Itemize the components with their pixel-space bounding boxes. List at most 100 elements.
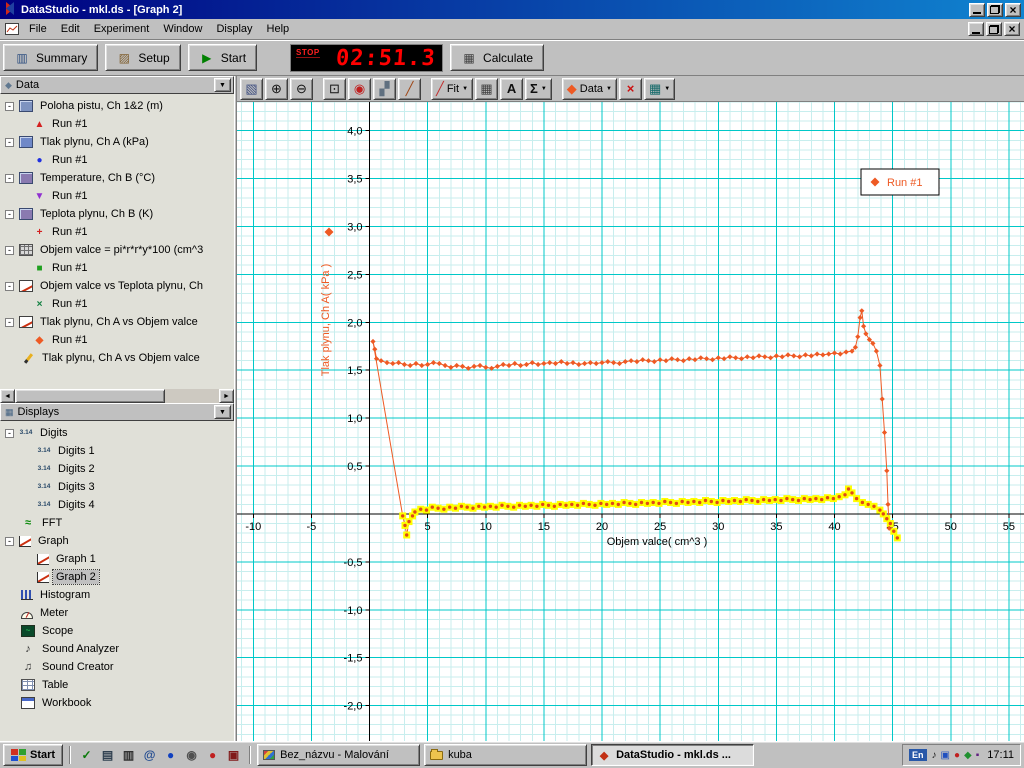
tangent-tool-button[interactable]: ╱: [398, 78, 421, 100]
run-item[interactable]: ◆Run #1: [0, 331, 234, 349]
network-icon[interactable]: ▪: [976, 750, 980, 761]
run-item[interactable]: ×Run #1: [0, 295, 234, 313]
display-item-fft[interactable]: ≈FFT: [0, 514, 234, 532]
display-item-sound-creator[interactable]: ♫Sound Creator: [0, 658, 234, 676]
expand-box[interactable]: -: [5, 246, 14, 255]
zoom-in-button[interactable]: ⊕: [265, 78, 288, 100]
data-item-objem-valce-pi-r-r-y-100-cm-3[interactable]: -Objem valce = pi*r*r*y*100 (cm^3: [0, 241, 234, 259]
run-item[interactable]: ▼Run #1: [0, 187, 234, 205]
close-button[interactable]: ×: [1005, 3, 1021, 17]
expand-box[interactable]: -: [5, 102, 14, 111]
child-minimize-button[interactable]: [968, 22, 984, 36]
display-item-digits-3[interactable]: 3.14Digits 3: [0, 478, 234, 496]
menu-display[interactable]: Display: [209, 20, 259, 38]
browser-icon[interactable]: ●: [161, 745, 180, 765]
taskbar-task-bez-n-zvu-malov-n[interactable]: Bez_názvu - Malování: [257, 744, 420, 766]
display-item-digits-4[interactable]: 3.14Digits 4: [0, 496, 234, 514]
scroll-right-button[interactable]: ►: [219, 389, 234, 403]
notepad-icon[interactable]: ▤: [98, 745, 117, 765]
display-item-scope[interactable]: ~Scope: [0, 622, 234, 640]
text-tool-button[interactable]: A: [500, 78, 523, 100]
minimize-button[interactable]: [969, 3, 985, 17]
antivirus-icon[interactable]: ●: [954, 750, 960, 761]
expand-box[interactable]: -: [5, 429, 14, 438]
data-item-poloha-pistu-ch-1-2-m[interactable]: -Poloha pistu, Ch 1&2 (m): [0, 97, 234, 115]
legend[interactable]: Run #1: [861, 169, 939, 195]
display-item-histogram[interactable]: Histogram: [0, 586, 234, 604]
data-item-objem-valce-vs-teplota-plynu-ch[interactable]: -Objem valce vs Teplota plynu, Ch: [0, 277, 234, 295]
display-item-meter[interactable]: Meter: [0, 604, 234, 622]
data-panel-header[interactable]: ◆ Data ▼: [0, 76, 234, 94]
displays-panel-menu-button[interactable]: ▼: [214, 405, 231, 419]
display-item-graph-2[interactable]: Graph 2: [0, 568, 234, 586]
data-tree-hscrollbar[interactable]: ◄ ►: [0, 389, 234, 403]
fit-menu-button[interactable]: ╱Fit▼: [431, 78, 473, 100]
restore-button[interactable]: [987, 3, 1003, 17]
menu-help[interactable]: Help: [260, 20, 297, 38]
graph-canvas[interactable]: -10-55101520253035404550554,03,53,02,52,…: [237, 102, 1024, 741]
data-item-temperature-ch-b-c[interactable]: -Temperature, Ch B (°C): [0, 169, 234, 187]
calculate-button[interactable]: ▦ Calculate: [450, 44, 544, 71]
child-restore-button[interactable]: [986, 22, 1002, 36]
setup-button[interactable]: ▨ Setup: [105, 44, 180, 71]
expand-box[interactable]: -: [5, 282, 14, 291]
display-item-digits-1[interactable]: 3.14Digits 1: [0, 442, 234, 460]
taskbar-task-kuba[interactable]: kuba: [424, 744, 587, 766]
scrollbar-thumb[interactable]: [15, 389, 165, 403]
mail-icon[interactable]: @: [140, 745, 159, 765]
menu-edit[interactable]: Edit: [54, 20, 87, 38]
display-item-graph[interactable]: -Graph: [0, 532, 234, 550]
smart-tool-button[interactable]: ◉: [348, 78, 371, 100]
menu-window[interactable]: Window: [156, 20, 209, 38]
data-panel-menu-button[interactable]: ▼: [214, 78, 231, 92]
document-check-icon[interactable]: ✓: [77, 745, 96, 765]
data-item-teplota-plynu-ch-b-k[interactable]: -Teplota plynu, Ch B (K): [0, 205, 234, 223]
menu-experiment[interactable]: Experiment: [87, 20, 157, 38]
expand-box[interactable]: -: [5, 318, 14, 327]
display-item-digits-2[interactable]: 3.14Digits 2: [0, 460, 234, 478]
calculate-tool-button[interactable]: ▦: [475, 78, 498, 100]
zoom-out-button[interactable]: ⊖: [290, 78, 313, 100]
slope-tool-button[interactable]: ▞: [373, 78, 396, 100]
run-item[interactable]: ■Run #1: [0, 259, 234, 277]
expand-box[interactable]: -: [5, 537, 14, 546]
printer-icon[interactable]: ▥: [119, 745, 138, 765]
data-item-tlak-plynu-ch-a-vs-objem-valce[interactable]: Tlak plynu, Ch A vs Objem valce: [0, 349, 234, 367]
start-menu-button[interactable]: Start: [3, 744, 63, 766]
display-icon[interactable]: ▣: [941, 750, 950, 761]
display-item-digits[interactable]: -3.14Digits: [0, 424, 234, 442]
language-indicator[interactable]: En: [909, 749, 927, 761]
title-bar[interactable]: DataStudio - mkl.ds - [Graph 2] ×: [0, 0, 1024, 19]
statistics-button[interactable]: Σ▼: [525, 78, 552, 100]
run-item[interactable]: +Run #1: [0, 223, 234, 241]
expand-box[interactable]: -: [5, 210, 14, 219]
volume-icon[interactable]: ♪: [932, 750, 937, 761]
summary-button[interactable]: ▥ Summary: [3, 44, 98, 71]
scroll-left-button[interactable]: ◄: [0, 389, 15, 403]
display-item-sound-analyzer[interactable]: ♪Sound Analyzer: [0, 640, 234, 658]
cd-player-icon[interactable]: ◉: [182, 745, 201, 765]
scrollbar-track[interactable]: [165, 389, 219, 403]
run-item[interactable]: ▲Run #1: [0, 115, 234, 133]
menu-file[interactable]: File: [22, 20, 54, 38]
start-button[interactable]: ▶ Start: [188, 44, 257, 71]
remove-button[interactable]: ×: [619, 78, 642, 100]
graph-settings-button[interactable]: ▦▼: [644, 78, 675, 100]
graph-plot-area[interactable]: -10-55101520253035404550554,03,53,02,52,…: [237, 102, 1024, 741]
run-item[interactable]: ●Run #1: [0, 151, 234, 169]
displays-panel-header[interactable]: ▦ Displays ▼: [0, 403, 234, 421]
scale-to-fit-button[interactable]: ▧: [240, 78, 263, 100]
display-item-graph-1[interactable]: Graph 1: [0, 550, 234, 568]
expand-box[interactable]: -: [5, 174, 14, 183]
display-item-table[interactable]: Table: [0, 676, 234, 694]
data-menu-button[interactable]: ◆Data▼: [562, 78, 617, 100]
data-item-tlak-plynu-ch-a-vs-objem-valce[interactable]: -Tlak plynu, Ch A vs Objem valce: [0, 313, 234, 331]
display-item-workbook[interactable]: Workbook: [0, 694, 234, 712]
taskbar-task-datastudio-mkl-ds[interactable]: ◆DataStudio - mkl.ds ...: [591, 744, 754, 766]
expand-box[interactable]: -: [5, 138, 14, 147]
scheduler-icon[interactable]: ◆: [964, 750, 972, 761]
opera-icon[interactable]: ●: [203, 745, 222, 765]
security-icon[interactable]: ▣: [224, 745, 243, 765]
child-close-button[interactable]: ×: [1004, 22, 1020, 36]
data-item-tlak-plynu-ch-a-kpa[interactable]: -Tlak plynu, Ch A (kPa): [0, 133, 234, 151]
